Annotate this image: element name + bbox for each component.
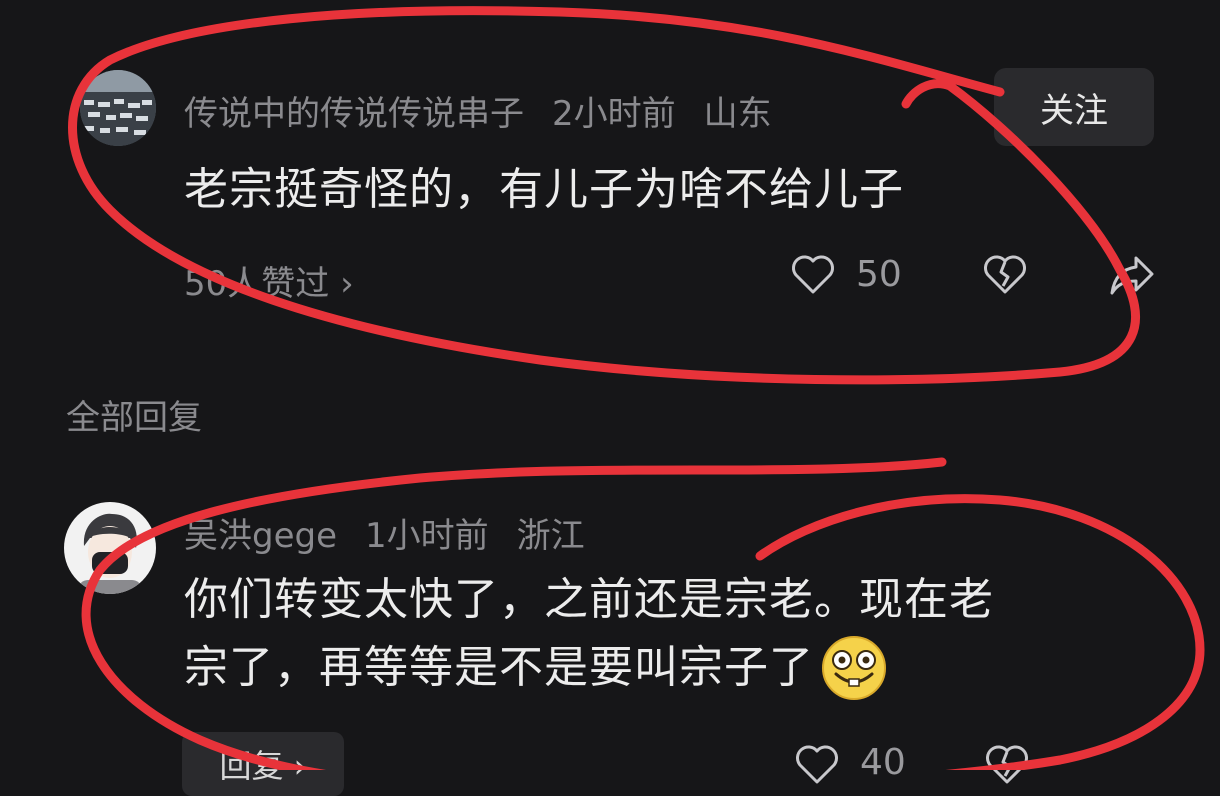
reply-author[interactable]: 吴洪gege [184,516,337,556]
share-button[interactable] [1108,252,1156,298]
avatar-image [80,70,156,146]
reply-dislike-button[interactable] [984,742,1030,786]
broken-heart-icon [986,745,1028,784]
comment-text: 老宗挺奇怪的，有儿子为啥不给儿子 [184,164,904,215]
like-count: 50 [856,254,902,295]
grin-emoji-icon [822,636,886,700]
dislike-button[interactable] [982,252,1028,296]
follow-button[interactable]: 关注 [994,68,1154,146]
reply-text-line-1: 你们转变太快了，之前还是宗老。现在老 [184,574,994,625]
comment-meta: 传说中的传说传说串子 2小时前 山东 [184,86,800,135]
share-icon [1110,256,1154,295]
comment-time: 2小时前 [552,94,676,134]
reply-like-button[interactable] [794,742,840,786]
reply-location: 浙江 [516,516,585,556]
reply-avatar[interactable] [64,502,156,594]
reply-meta: 吴洪gege 1小时前 浙江 [184,508,613,557]
heart-icon [792,255,834,294]
like-button[interactable] [790,252,836,296]
all-replies-title: 全部回复 [66,398,202,438]
reply-time: 1小时前 [365,516,489,556]
reply-text-line-2-text: 宗了，再等等是不是要叫宗子了 [184,642,814,693]
likes-link[interactable]: 50人赞过 › [184,256,354,305]
avatar[interactable] [80,70,156,146]
comment-location: 山东 [703,94,772,134]
reply-text-line-2: 宗了，再等等是不是要叫宗子了 [184,634,1174,702]
broken-heart-icon [984,255,1026,294]
reply-like-count: 40 [860,742,906,783]
reply-text: 你们转变太快了，之前还是宗老。现在老 宗了，再等等是不是要叫宗子了 [184,566,1174,702]
avatar-image [64,502,156,594]
reply-button[interactable]: 回复 › [182,732,344,796]
comment-author[interactable]: 传说中的传说传说串子 [184,94,524,134]
heart-icon [796,745,838,784]
